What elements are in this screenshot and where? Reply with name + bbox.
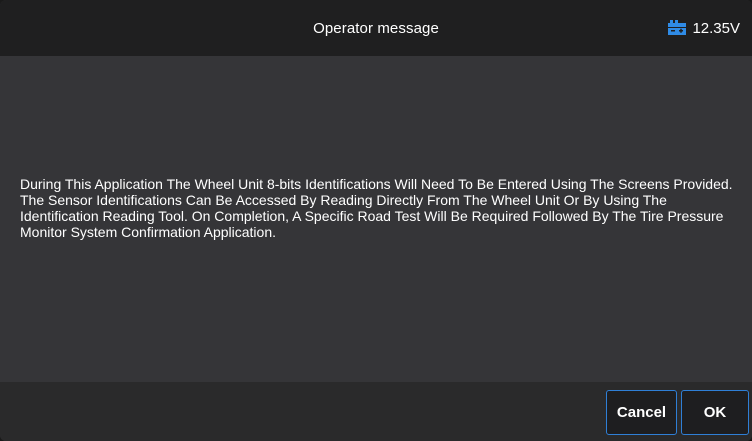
- car-battery-icon: [667, 20, 687, 36]
- battery-status: 12.35V: [667, 0, 740, 56]
- footer-bar: Cancel OK: [0, 382, 752, 441]
- ok-button[interactable]: OK: [681, 390, 749, 435]
- operator-message-text: During This Application The Wheel Unit 8…: [20, 176, 733, 240]
- operator-message-screen: Operator message 12.35V During This Appl…: [0, 0, 752, 441]
- header-bar: Operator message 12.35V: [0, 0, 752, 56]
- page-title: Operator message: [313, 19, 439, 37]
- battery-voltage: 12.35V: [692, 19, 740, 37]
- cancel-button[interactable]: Cancel: [606, 390, 677, 435]
